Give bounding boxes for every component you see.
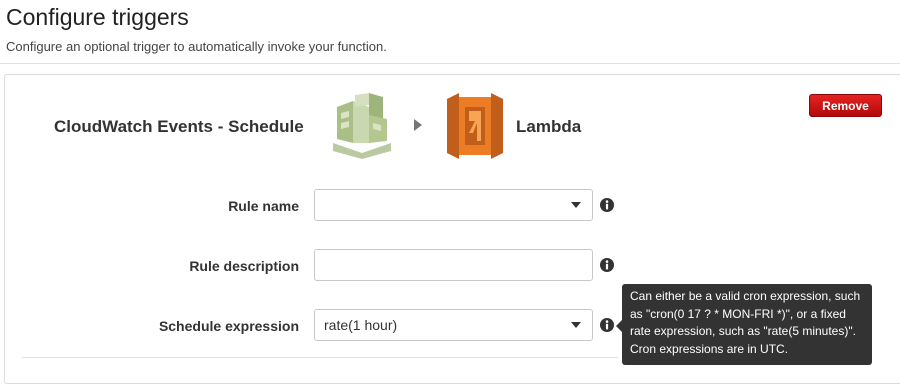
schedule-expression-label: Schedule expression bbox=[158, 318, 299, 334]
title-divider bbox=[0, 63, 900, 64]
trigger-target-label: Lambda bbox=[516, 117, 582, 136]
arrow-right-icon bbox=[414, 119, 422, 131]
tooltip-line: rate expression, such as "rate(5 minutes… bbox=[630, 324, 856, 338]
info-icon[interactable] bbox=[600, 258, 614, 272]
rule-description-label: Rule description bbox=[189, 258, 299, 274]
remove-button[interactable]: Remove bbox=[809, 94, 882, 117]
schedule-expression-select[interactable]: rate(1 hour) bbox=[314, 309, 593, 341]
rule-description-input[interactable] bbox=[314, 249, 593, 281]
trigger-source-label: CloudWatch Events - Schedule bbox=[54, 117, 304, 136]
chevron-down-icon bbox=[571, 202, 581, 208]
tooltip-line: Cron expressions are in UTC. bbox=[630, 341, 789, 356]
page-subtitle: Configure an optional trigger to automat… bbox=[6, 39, 387, 54]
tooltip-line: Can either be a valid cron expression, s… bbox=[630, 289, 861, 303]
info-icon[interactable] bbox=[600, 318, 614, 332]
cloudwatch-events-icon bbox=[333, 93, 391, 159]
page-title: Configure triggers bbox=[6, 4, 189, 30]
info-icon[interactable] bbox=[600, 198, 614, 212]
schedule-expression-value: rate(1 hour) bbox=[324, 317, 398, 333]
rule-name-select[interactable] bbox=[314, 189, 593, 221]
rule-name-label: Rule name bbox=[228, 198, 299, 214]
chevron-down-icon bbox=[571, 322, 581, 328]
section-divider bbox=[22, 357, 618, 358]
lambda-icon bbox=[447, 93, 503, 159]
tooltip-line: as "cron(0 17 ? * MON-FRI *)", or a fixe… bbox=[630, 306, 846, 321]
schedule-expression-tooltip: Can either be a valid cron expression, s… bbox=[622, 284, 872, 365]
